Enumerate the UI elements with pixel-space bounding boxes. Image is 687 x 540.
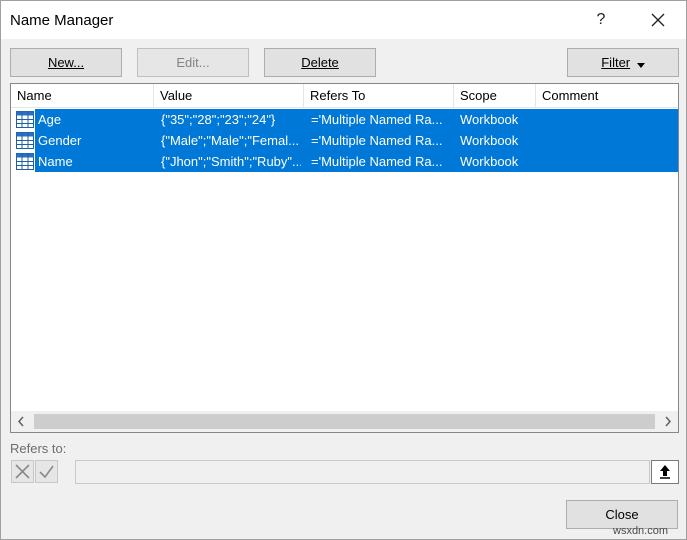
refers-to-label: Refers to: <box>10 441 67 456</box>
edit-button-label: Edit... <box>176 55 210 70</box>
row-comment <box>542 130 672 151</box>
watermark: wsxdn.com <box>613 525 669 537</box>
filter-button-label: Filter <box>601 55 631 70</box>
named-range-grid-icon <box>16 132 34 149</box>
column-header-comment[interactable]: Comment <box>536 84 678 108</box>
row-scope: Workbook <box>460 154 519 169</box>
named-range-grid-icon <box>16 153 34 170</box>
row-comment <box>542 109 672 130</box>
row-value: {"35";"28";"23";"24"} <box>161 112 276 127</box>
row-scope: Workbook <box>460 112 519 127</box>
refers-to-input[interactable] <box>75 460 650 484</box>
delete-button[interactable]: Delete <box>264 48 376 77</box>
row-name: Age <box>38 112 62 127</box>
filter-button[interactable]: Filter <box>567 48 679 77</box>
row-value: {"Male";"Male";"Femal... <box>161 133 299 148</box>
column-header-name[interactable]: Name <box>11 84 154 108</box>
dialog-title: Name Manager <box>10 12 114 29</box>
row-scope: Workbook <box>460 133 519 148</box>
new-button[interactable]: New... <box>10 48 122 77</box>
row-name: Gender <box>38 133 82 148</box>
close-icon[interactable] <box>641 5 675 35</box>
help-button[interactable]: ? <box>586 5 616 35</box>
column-header-scope[interactable]: Scope <box>454 84 536 108</box>
column-header-refers-to[interactable]: Refers To <box>304 84 454 108</box>
row-refers-to: ='Multiple Named Ra... <box>311 133 443 148</box>
row-comment <box>542 151 672 172</box>
cancel-x-icon[interactable] <box>11 460 34 483</box>
list-row[interactable]: Gender {"Male";"Male";"Femal... ='Multip… <box>11 130 678 151</box>
scrollbar-thumb[interactable] <box>34 414 655 429</box>
row-value: {"Jhon";"Smith";"Ruby"... <box>161 154 301 169</box>
row-name: Name <box>38 154 73 169</box>
checkmark-icon[interactable] <box>35 460 58 483</box>
names-list[interactable]: Name Value Refers To Scope Comment Age {… <box>10 83 679 433</box>
row-refers-to: ='Multiple Named Ra... <box>311 112 443 127</box>
close-button-label: Close <box>605 507 639 522</box>
named-range-grid-icon <box>16 111 34 128</box>
delete-button-label: Delete <box>301 55 339 70</box>
collapse-dialog-icon[interactable] <box>651 460 679 484</box>
new-button-label: New... <box>47 55 85 70</box>
list-header: Name Value Refers To Scope Comment <box>11 84 678 108</box>
list-row[interactable]: Name {"Jhon";"Smith";"Ruby"... ='Multipl… <box>11 151 678 172</box>
horizontal-scrollbar[interactable] <box>11 411 678 432</box>
column-header-value[interactable]: Value <box>154 84 304 108</box>
edit-button[interactable]: Edit... <box>137 48 249 77</box>
name-manager-dialog: Name Manager ? New... Edit... Delete Fil… <box>0 0 687 540</box>
list-row[interactable]: Age {"35";"28";"23";"24"} ='Multiple Nam… <box>11 109 678 130</box>
scroll-left-icon[interactable] <box>11 411 32 432</box>
row-refers-to: ='Multiple Named Ra... <box>311 154 443 169</box>
title-bar: Name Manager ? <box>1 1 686 39</box>
scroll-right-icon[interactable] <box>657 411 678 432</box>
dropdown-arrow-icon <box>636 50 645 77</box>
